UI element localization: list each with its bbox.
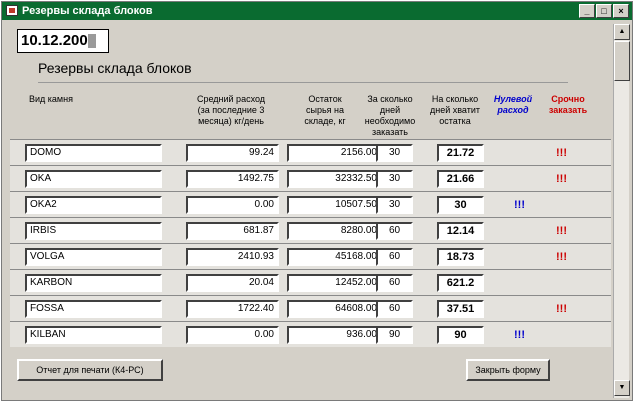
urgent-order-flag: !!! bbox=[556, 147, 567, 159]
table-row: DOMO 99.24 2156.00 30 21.72!!! bbox=[10, 139, 611, 165]
header-divider bbox=[38, 82, 568, 83]
days-enough-field[interactable]: 90 bbox=[437, 326, 484, 344]
close-form-button[interactable]: Закрыть форму bbox=[466, 359, 550, 381]
app-icon bbox=[6, 5, 18, 16]
stock-field[interactable]: 10507.50 bbox=[287, 196, 382, 214]
stone-name-field[interactable]: KILBAN bbox=[25, 326, 162, 344]
table-row: OKA 1492.75 32332.50 30 21.66!!! bbox=[10, 165, 611, 191]
window-title: Резервы склада блоков bbox=[22, 5, 153, 17]
stock-field[interactable]: 12452.00 bbox=[287, 274, 382, 292]
stone-name-field[interactable]: DOMO bbox=[25, 144, 162, 162]
days-enough-field[interactable]: 12.14 bbox=[437, 222, 484, 240]
header-zero: Нулевой расход bbox=[493, 94, 533, 115]
table-row: OKA2 0.00 10507.50 30 30!!! bbox=[10, 191, 611, 217]
avg-consumption-field[interactable]: 0.00 bbox=[186, 326, 279, 344]
order-days-field[interactable]: 60 bbox=[376, 274, 413, 292]
avg-consumption-field[interactable]: 2410.93 bbox=[186, 248, 279, 266]
zero-consumption-flag: !!! bbox=[514, 329, 525, 341]
avg-consumption-field[interactable]: 20.04 bbox=[186, 274, 279, 292]
order-days-field[interactable]: 30 bbox=[376, 144, 413, 162]
days-enough-field[interactable]: 18.73 bbox=[437, 248, 484, 266]
header-enough: На сколько дней хватит остатка bbox=[429, 94, 480, 126]
app-window: Резервы склада блоков _ □ × 10.12.200 Ре… bbox=[1, 1, 633, 401]
order-days-field[interactable]: 30 bbox=[376, 196, 413, 214]
days-enough-field[interactable]: 21.66 bbox=[437, 170, 484, 188]
scroll-up-icon[interactable]: ▲ bbox=[614, 24, 630, 40]
avg-consumption-field[interactable]: 0.00 bbox=[186, 196, 279, 214]
header-stock: Остаток сырья на складе, кг bbox=[304, 94, 346, 126]
urgent-order-flag: !!! bbox=[556, 173, 567, 185]
avg-consumption-field[interactable]: 99.24 bbox=[186, 144, 279, 162]
urgent-order-flag: !!! bbox=[556, 303, 567, 315]
zero-consumption-flag: !!! bbox=[514, 199, 525, 211]
form-body: 10.12.200 Резервы склада блоков Вид камн… bbox=[5, 24, 611, 396]
table-row: VOLGA 2410.93 45168.00 60 18.73!!! bbox=[10, 243, 611, 269]
avg-consumption-field[interactable]: 681.87 bbox=[186, 222, 279, 240]
scroll-down-icon[interactable]: ▼ bbox=[614, 380, 630, 396]
avg-consumption-field[interactable]: 1492.75 bbox=[186, 170, 279, 188]
header-avg: Средний расход (за последние 3 месяца) к… bbox=[196, 94, 266, 126]
stock-field[interactable]: 64608.00 bbox=[287, 300, 382, 318]
header-days: За сколько дней необходимо заказать bbox=[364, 94, 416, 137]
table-row: KILBAN 0.00 936.00 90 90!!! bbox=[10, 321, 611, 347]
days-enough-field[interactable]: 30 bbox=[437, 196, 484, 214]
maximize-button[interactable]: □ bbox=[596, 4, 612, 18]
days-enough-field[interactable]: 621.2 bbox=[437, 274, 484, 292]
stone-name-field[interactable]: OKA bbox=[25, 170, 162, 188]
stock-field[interactable]: 8280.00 bbox=[287, 222, 382, 240]
urgent-order-flag: !!! bbox=[556, 225, 567, 237]
date-value: 10.12.200 bbox=[21, 32, 88, 49]
header-name: Вид камня bbox=[29, 94, 73, 104]
stock-field[interactable]: 32332.50 bbox=[287, 170, 382, 188]
close-window-button[interactable]: × bbox=[613, 4, 629, 18]
date-field[interactable]: 10.12.200 bbox=[17, 29, 109, 53]
header-urgent: Срочно заказать bbox=[548, 94, 588, 115]
vertical-scrollbar[interactable]: ▲ ▼ bbox=[613, 24, 630, 398]
stone-name-field[interactable]: VOLGA bbox=[25, 248, 162, 266]
urgent-order-flag: !!! bbox=[556, 251, 567, 263]
table-row: FOSSA 1722.40 64608.00 60 37.51!!! bbox=[10, 295, 611, 321]
days-enough-field[interactable]: 21.72 bbox=[437, 144, 484, 162]
stone-name-field[interactable]: IRBIS bbox=[25, 222, 162, 240]
order-days-field[interactable]: 60 bbox=[376, 222, 413, 240]
order-days-field[interactable]: 60 bbox=[376, 248, 413, 266]
order-days-field[interactable]: 60 bbox=[376, 300, 413, 318]
title-bar: Резервы склада блоков _ □ × bbox=[2, 2, 632, 20]
print-report-button[interactable]: Отчет для печати (К4-РС) bbox=[17, 359, 163, 381]
order-days-field[interactable]: 90 bbox=[376, 326, 413, 344]
detail-section: DOMO 99.24 2156.00 30 21.72!!! OKA 1492.75 3233… bbox=[10, 139, 611, 347]
stock-field[interactable]: 2156.00 bbox=[287, 144, 382, 162]
text-cursor bbox=[87, 34, 96, 49]
order-days-field[interactable]: 30 bbox=[376, 170, 413, 188]
scroll-thumb[interactable] bbox=[614, 41, 630, 81]
stone-name-field[interactable]: KARBON bbox=[25, 274, 162, 292]
table-row: IRBIS 681.87 8280.00 60 12.14!!! bbox=[10, 217, 611, 243]
days-enough-field[interactable]: 37.51 bbox=[437, 300, 484, 318]
stone-name-field[interactable]: FOSSA bbox=[25, 300, 162, 318]
avg-consumption-field[interactable]: 1722.40 bbox=[186, 300, 279, 318]
stone-name-field[interactable]: OKA2 bbox=[25, 196, 162, 214]
table-row: KARBON 20.04 12452.00 60 621.2 bbox=[10, 269, 611, 295]
minimize-button[interactable]: _ bbox=[579, 4, 595, 18]
stock-field[interactable]: 45168.00 bbox=[287, 248, 382, 266]
form-title: Резервы склада блоков bbox=[38, 60, 192, 76]
stock-field[interactable]: 936.00 bbox=[287, 326, 382, 344]
